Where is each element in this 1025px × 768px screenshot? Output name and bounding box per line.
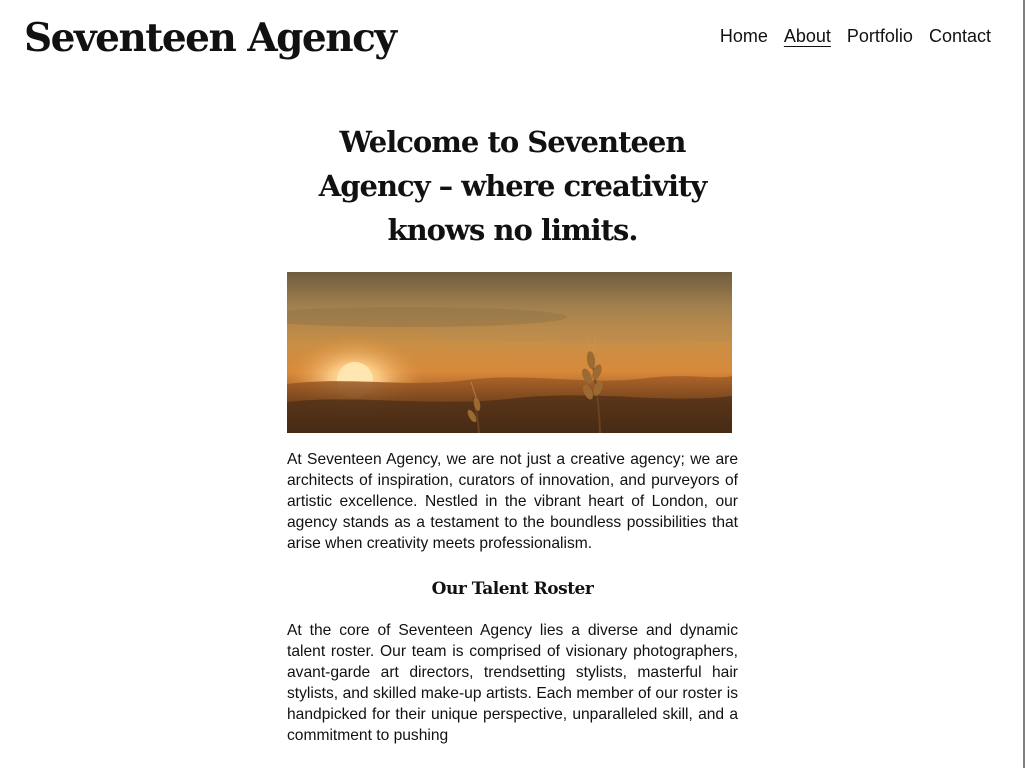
nav-portfolio[interactable]: Portfolio <box>847 24 913 48</box>
section-heading-talent-roster: Our Talent Roster <box>431 579 594 599</box>
site-title[interactable]: Seventeen Agency <box>24 12 397 64</box>
nav-contact[interactable]: Contact <box>929 24 991 48</box>
hero-image <box>287 272 732 433</box>
site-header: Seventeen Agency Home About Portfolio Co… <box>0 0 1023 90</box>
main-nav: Home About Portfolio Contact <box>720 24 991 48</box>
nav-about[interactable]: About <box>784 24 831 48</box>
talent-roster-paragraph: At the core of Seventeen Agency lies a d… <box>287 622 738 744</box>
nav-home[interactable]: Home <box>720 24 768 48</box>
page-heading: Welcome to Seventeen Agency – where crea… <box>318 125 708 247</box>
intro-paragraph: At Seventeen Agency, we are not just a c… <box>287 451 738 552</box>
main-content: Welcome to Seventeen Agency – where crea… <box>287 120 738 746</box>
